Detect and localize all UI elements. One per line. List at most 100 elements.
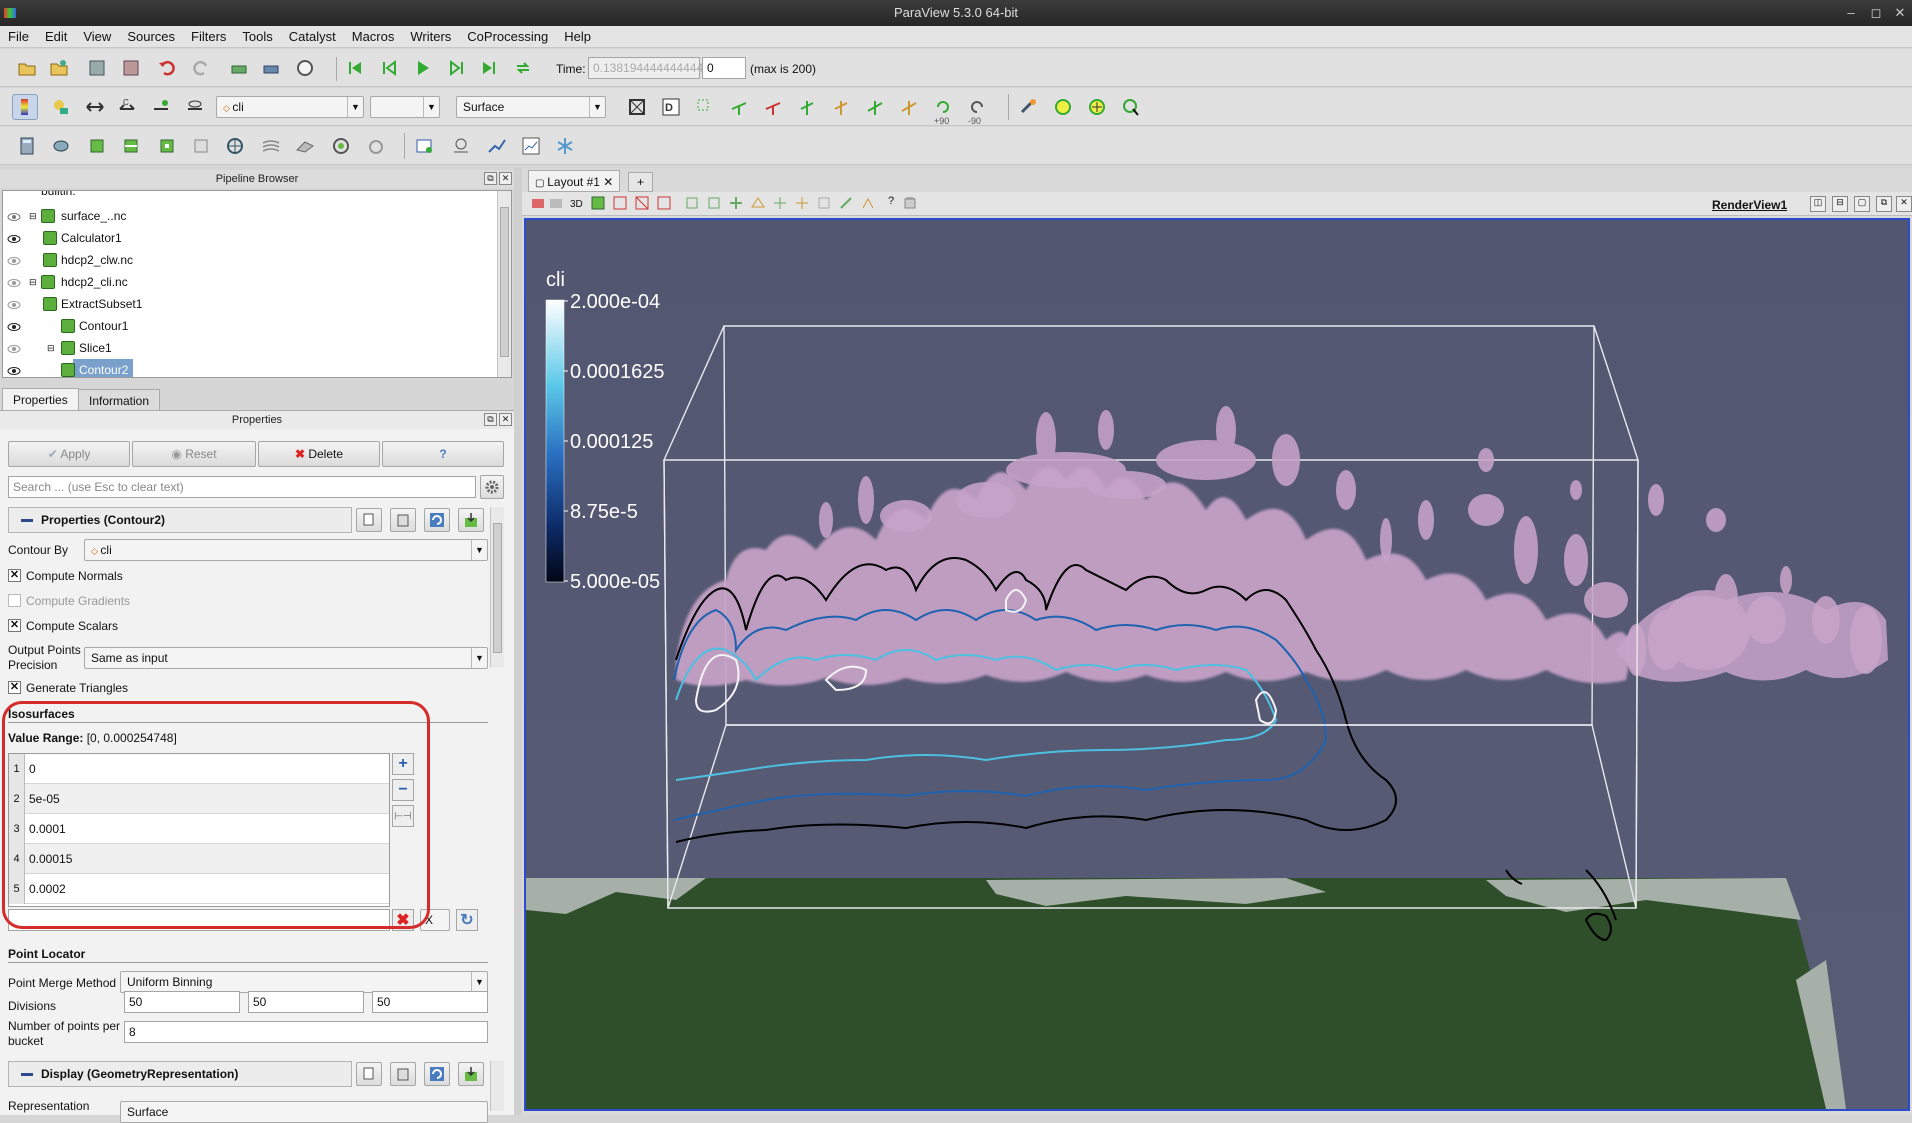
select-points-icon[interactable]: [612, 195, 630, 213]
slice-icon[interactable]: [118, 133, 144, 159]
render-view[interactable]: cli 2.000e-04 0.0001625 0.000125 8.75e-5…: [524, 218, 1910, 1111]
contour-by-combo[interactable]: ◇ cli ▼: [84, 539, 488, 561]
save-state-icon[interactable]: [118, 55, 144, 81]
hover-points-icon[interactable]: [772, 195, 790, 213]
menu-file[interactable]: File: [0, 26, 37, 48]
save-defaults-icon[interactable]: [458, 508, 484, 532]
reset-camera-icon[interactable]: [624, 94, 650, 120]
play-icon[interactable]: [410, 55, 436, 81]
zoom-to-box-icon[interactable]: [692, 94, 718, 120]
time-step-input[interactable]: 0: [702, 57, 746, 79]
eye-icon[interactable]: [7, 363, 21, 377]
menu-catalyst[interactable]: Catalyst: [281, 26, 344, 48]
save-defaults-icon[interactable]: [458, 1062, 484, 1086]
connect-icon[interactable]: [226, 55, 252, 81]
plot-data-icon[interactable]: [518, 133, 544, 159]
paste-icon[interactable]: [390, 508, 416, 532]
menu-writers[interactable]: Writers: [402, 26, 459, 48]
add-layout-tab[interactable]: +: [628, 172, 654, 192]
search-input[interactable]: Search ... (use Esc to clear text): [8, 476, 476, 498]
glyph-icon[interactable]: [222, 133, 248, 159]
tab-properties[interactable]: Properties: [2, 388, 79, 410]
clear-selection-icon[interactable]: [816, 195, 834, 213]
pipeline-item-cli[interactable]: ⊟ hdcp2_cli.nc: [3, 271, 497, 293]
eye-icon[interactable]: [7, 209, 21, 223]
disk-icon[interactable]: [902, 195, 920, 213]
delete-button[interactable]: ✖ Delete: [258, 441, 380, 467]
menu-view[interactable]: View: [75, 26, 119, 48]
pipeline-item-clw[interactable]: hdcp2_clw.nc: [3, 249, 497, 271]
select-block-icon[interactable]: [634, 195, 652, 213]
find-data-icon[interactable]: [412, 133, 438, 159]
edit-tool-icon[interactable]: [838, 195, 856, 213]
capture-icon[interactable]: [530, 195, 548, 213]
merge-method-combo[interactable]: Uniform Binning ▼: [120, 971, 488, 993]
view-minus-z-icon[interactable]: [896, 94, 922, 120]
menu-tools[interactable]: Tools: [234, 26, 280, 48]
display-scrollbar[interactable]: [490, 1061, 504, 1111]
query-icon[interactable]: [448, 133, 474, 159]
stream-tracer-icon[interactable]: [258, 133, 284, 159]
interaction-mode-icon[interactable]: [1050, 94, 1076, 120]
contour-icon[interactable]: [48, 133, 74, 159]
toggle-color-legend-icon[interactable]: [12, 94, 38, 120]
menu-macros[interactable]: Macros: [344, 26, 403, 48]
help-button[interactable]: ?: [382, 441, 504, 467]
close-tab-icon[interactable]: ✕: [603, 175, 613, 189]
apply-button[interactable]: ✔ Apply: [8, 441, 130, 467]
divisions-x-input[interactable]: 50: [124, 991, 240, 1013]
edit-color-map-icon[interactable]: [48, 94, 74, 120]
menu-sources[interactable]: Sources: [119, 26, 183, 48]
component-combo[interactable]: ▼: [370, 96, 440, 118]
snowflake-filter-icon[interactable]: [552, 133, 578, 159]
open-icon[interactable]: [14, 55, 40, 81]
warp-by-vector-icon[interactable]: [292, 133, 318, 159]
copy-icon[interactable]: [356, 508, 382, 532]
eye-icon[interactable]: [7, 275, 21, 289]
view-plus-x-icon[interactable]: [726, 94, 752, 120]
next-frame-icon[interactable]: [444, 55, 470, 81]
tab-layout-1[interactable]: ▢ Layout #1 ✕: [528, 170, 621, 192]
undo-icon[interactable]: [154, 55, 180, 81]
eye-icon[interactable]: [7, 231, 21, 245]
pipeline-item-contour2-selected[interactable]: Contour2: [73, 359, 133, 377]
reload-defaults-icon[interactable]: [424, 508, 450, 532]
generate-triangles-checkbox[interactable]: ✕: [8, 681, 21, 694]
select-polygon-icon[interactable]: [750, 195, 768, 213]
last-frame-icon[interactable]: [476, 55, 502, 81]
redo-icon[interactable]: [188, 55, 214, 81]
camera-undo-icon[interactable]: [548, 195, 566, 213]
maximize-icon[interactable]: ◻: [1865, 0, 1887, 26]
threshold-icon[interactable]: [154, 133, 180, 159]
disconnect-icon[interactable]: [258, 55, 284, 81]
previous-frame-icon[interactable]: [376, 55, 402, 81]
interactive-select-icon[interactable]: [656, 195, 674, 213]
properties-scrollbar[interactable]: [490, 507, 504, 667]
points-per-bucket-input[interactable]: 8: [124, 1021, 488, 1043]
tab-information[interactable]: Information: [78, 389, 161, 411]
pipeline-item-extractsubset[interactable]: ExtractSubset1: [3, 293, 497, 315]
reload-defaults-icon[interactable]: [424, 1062, 450, 1086]
plot-over-line-icon[interactable]: [484, 133, 510, 159]
help-query-icon[interactable]: ?: [882, 195, 900, 213]
pipeline-item-builtin[interactable]: builtin:: [3, 191, 497, 199]
close-panel-icon[interactable]: ✕: [499, 413, 512, 426]
center-rotation-icon[interactable]: [1084, 94, 1110, 120]
extract-level-icon[interactable]: [364, 133, 390, 159]
maximize-view-icon[interactable]: ▢: [1854, 196, 1870, 212]
eye-icon[interactable]: [7, 319, 21, 333]
undock-icon[interactable]: ⧉: [484, 413, 497, 426]
rescale-temporal-icon[interactable]: [148, 94, 174, 120]
extract-subset-icon[interactable]: [188, 133, 214, 159]
hover-cells-icon[interactable]: [794, 195, 812, 213]
pipeline-item-slice1[interactable]: ⊟ Slice1: [3, 337, 497, 359]
pipeline-item-contour1[interactable]: Contour1: [3, 315, 497, 337]
pipeline-item-contour2-eye[interactable]: [3, 359, 75, 377]
copy-icon[interactable]: [356, 1062, 382, 1086]
eye-icon[interactable]: [7, 297, 21, 311]
close-window-icon[interactable]: ✕: [1889, 0, 1911, 26]
select-frustum-icon[interactable]: [728, 195, 746, 213]
minimize-icon[interactable]: –: [1840, 0, 1862, 26]
first-frame-icon[interactable]: [342, 55, 368, 81]
pick-center-icon[interactable]: [1118, 94, 1144, 120]
